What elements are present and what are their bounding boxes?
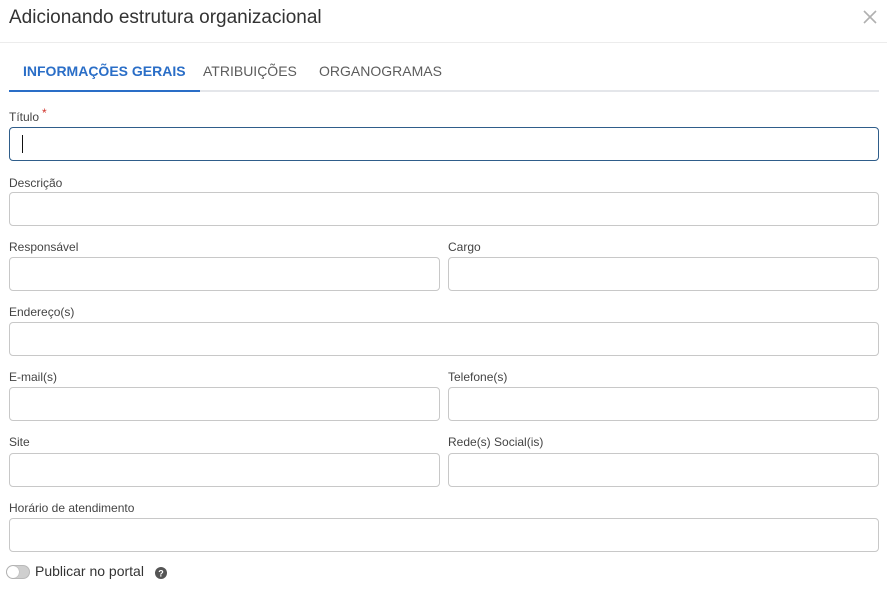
- tab-informacoes-gerais[interactable]: INFORMAÇÕES GERAIS: [9, 44, 200, 92]
- required-mark: *: [42, 106, 47, 120]
- text-caret: [22, 135, 23, 153]
- telefone-field: [448, 387, 879, 421]
- modal-header: Adicionando estrutura organizacional: [0, 0, 887, 43]
- responsavel-input[interactable]: [10, 258, 439, 290]
- titulo-input[interactable]: [10, 128, 878, 160]
- endereco-input[interactable]: [10, 323, 878, 355]
- titulo-label-text: Título: [9, 110, 40, 124]
- tab-organogramas[interactable]: ORGANOGRAMAS: [305, 44, 456, 90]
- site-label: Site: [9, 435, 30, 449]
- tab-bar: INFORMAÇÕES GERAIS ATRIBUIÇÕES ORGANOGRA…: [9, 44, 879, 92]
- rede-social-field: [448, 453, 879, 487]
- cargo-field: [448, 257, 879, 291]
- endereco-label: Endereço(s): [9, 305, 75, 319]
- modal-title: Adicionando estrutura organizacional: [9, 7, 322, 28]
- responsavel-field: [9, 257, 440, 291]
- horario-field: [9, 518, 879, 552]
- endereco-field: [9, 322, 879, 356]
- email-label: E-mail(s): [9, 370, 57, 384]
- rede-social-label: Rede(s) Social(is): [448, 435, 544, 449]
- cargo-input[interactable]: [449, 258, 878, 290]
- descricao-input[interactable]: [10, 193, 878, 225]
- tab-atribuicoes[interactable]: ATRIBUIÇÕES: [189, 44, 311, 90]
- titulo-field: [9, 127, 879, 161]
- rede-social-input[interactable]: [449, 454, 878, 486]
- svg-text:?: ?: [158, 569, 164, 579]
- descricao-field: [9, 192, 879, 226]
- close-icon[interactable]: [862, 9, 878, 25]
- toggle-knob: [7, 566, 19, 578]
- publicar-label: Publicar no portal: [35, 563, 144, 579]
- site-field: [9, 453, 440, 487]
- question-circle-icon[interactable]: ?: [155, 566, 167, 579]
- responsavel-label: Responsável: [9, 240, 79, 254]
- email-field: [9, 387, 440, 421]
- telefone-input[interactable]: [449, 388, 878, 420]
- descricao-label: Descrição: [9, 176, 63, 190]
- publicar-toggle[interactable]: [6, 565, 30, 579]
- email-input[interactable]: [10, 388, 439, 420]
- horario-label: Horário de atendimento: [9, 501, 135, 515]
- site-input[interactable]: [10, 454, 439, 486]
- horario-input[interactable]: [10, 519, 878, 551]
- telefone-label: Telefone(s): [448, 370, 508, 384]
- titulo-label: Título *: [9, 106, 47, 124]
- cargo-label: Cargo: [448, 240, 481, 254]
